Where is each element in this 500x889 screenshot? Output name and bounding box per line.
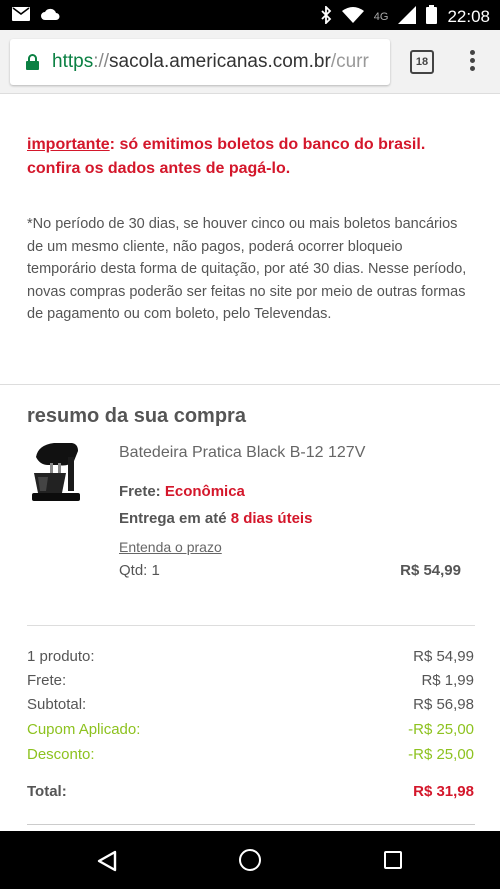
url-separator: :// xyxy=(93,51,110,72)
clock: 22:08 xyxy=(447,7,490,26)
bluetooth-icon xyxy=(320,4,332,29)
tab-switcher-button[interactable]: 18 xyxy=(410,50,434,74)
recent-apps-icon[interactable] xyxy=(384,851,402,869)
android-nav-bar xyxy=(0,831,500,889)
summary-label: 1 produto: xyxy=(27,648,95,665)
summary-label: Subtotal: xyxy=(27,696,87,713)
shipping-value: Econômica xyxy=(164,483,245,500)
summary-value: R$ 56,98 xyxy=(413,696,474,713)
item-price: R$ 54,99 xyxy=(400,562,461,579)
important-notice: importante: só emitimos boletos do banco… xyxy=(27,133,477,181)
back-icon[interactable] xyxy=(97,850,117,877)
delivery-value: 8 dias úteis xyxy=(230,510,313,527)
understand-deadline-link[interactable]: Entenda o prazo xyxy=(119,539,222,555)
shipping-label: Frete: xyxy=(119,483,161,500)
summary-value: R$ 1,99 xyxy=(421,672,474,689)
cloud-icon xyxy=(40,7,60,26)
summary-value: -R$ 25,00 xyxy=(408,721,474,738)
delivery-label: Entrega em até xyxy=(119,510,227,527)
summary-row-subtotal: Subtotal: R$ 56,98 xyxy=(27,696,474,713)
total-label: Total: xyxy=(27,783,67,800)
url-path: /curr xyxy=(330,51,369,72)
total-value: R$ 31,98 xyxy=(413,783,474,800)
divider xyxy=(27,824,475,825)
product-image xyxy=(28,437,84,505)
status-bar: 4G 22:08 xyxy=(0,0,500,30)
summary-row-shipping: Frete: R$ 1,99 xyxy=(27,672,474,689)
battery-icon xyxy=(426,5,438,29)
browser-toolbar: https://sacola.americanas.com.br/curr 18 xyxy=(0,30,500,94)
summary-value: -R$ 25,00 xyxy=(408,746,474,763)
divider xyxy=(0,384,500,385)
mail-icon xyxy=(12,7,30,26)
summary-row-discount: Desconto: -R$ 25,00 xyxy=(27,746,474,763)
url-host: sacola.americanas.com.br xyxy=(109,51,331,72)
summary-label: Desconto: xyxy=(27,746,95,763)
address-bar[interactable]: https://sacola.americanas.com.br/curr xyxy=(10,39,390,85)
overflow-menu-icon[interactable] xyxy=(468,50,476,74)
shipping-type: Frete: Econômica xyxy=(119,483,245,500)
page-content: importante: só emitimos boletos do banco… xyxy=(0,95,500,830)
url-text: https://sacola.americanas.com.br/curr xyxy=(52,51,369,73)
summary-row-total: Total: R$ 31,98 xyxy=(27,783,474,800)
summary-label: Cupom Aplicado: xyxy=(27,721,141,738)
network-type: 4G xyxy=(373,11,389,23)
wifi-icon xyxy=(341,6,364,28)
summary-title: resumo da sua compra xyxy=(27,405,246,427)
product-name[interactable]: Batedeira Pratica Black B-12 127V xyxy=(119,444,365,462)
summary-row-products: 1 produto: R$ 54,99 xyxy=(27,648,474,665)
boleto-policy-text: *No período de 30 dias, se houver cinco … xyxy=(27,216,467,322)
delivery-estimate: Entrega em até 8 dias úteis xyxy=(119,510,312,527)
summary-label: Frete: xyxy=(27,672,67,689)
summary-value: R$ 54,99 xyxy=(413,648,474,665)
important-label: importante xyxy=(27,136,110,153)
summary-row-coupon: Cupom Aplicado: -R$ 25,00 xyxy=(27,721,474,738)
home-icon[interactable] xyxy=(239,849,261,871)
divider xyxy=(27,625,475,626)
signal-icon xyxy=(398,5,417,29)
lock-icon xyxy=(26,54,39,75)
url-scheme: https xyxy=(52,51,94,72)
quantity: Qtd: 1 xyxy=(119,562,160,579)
